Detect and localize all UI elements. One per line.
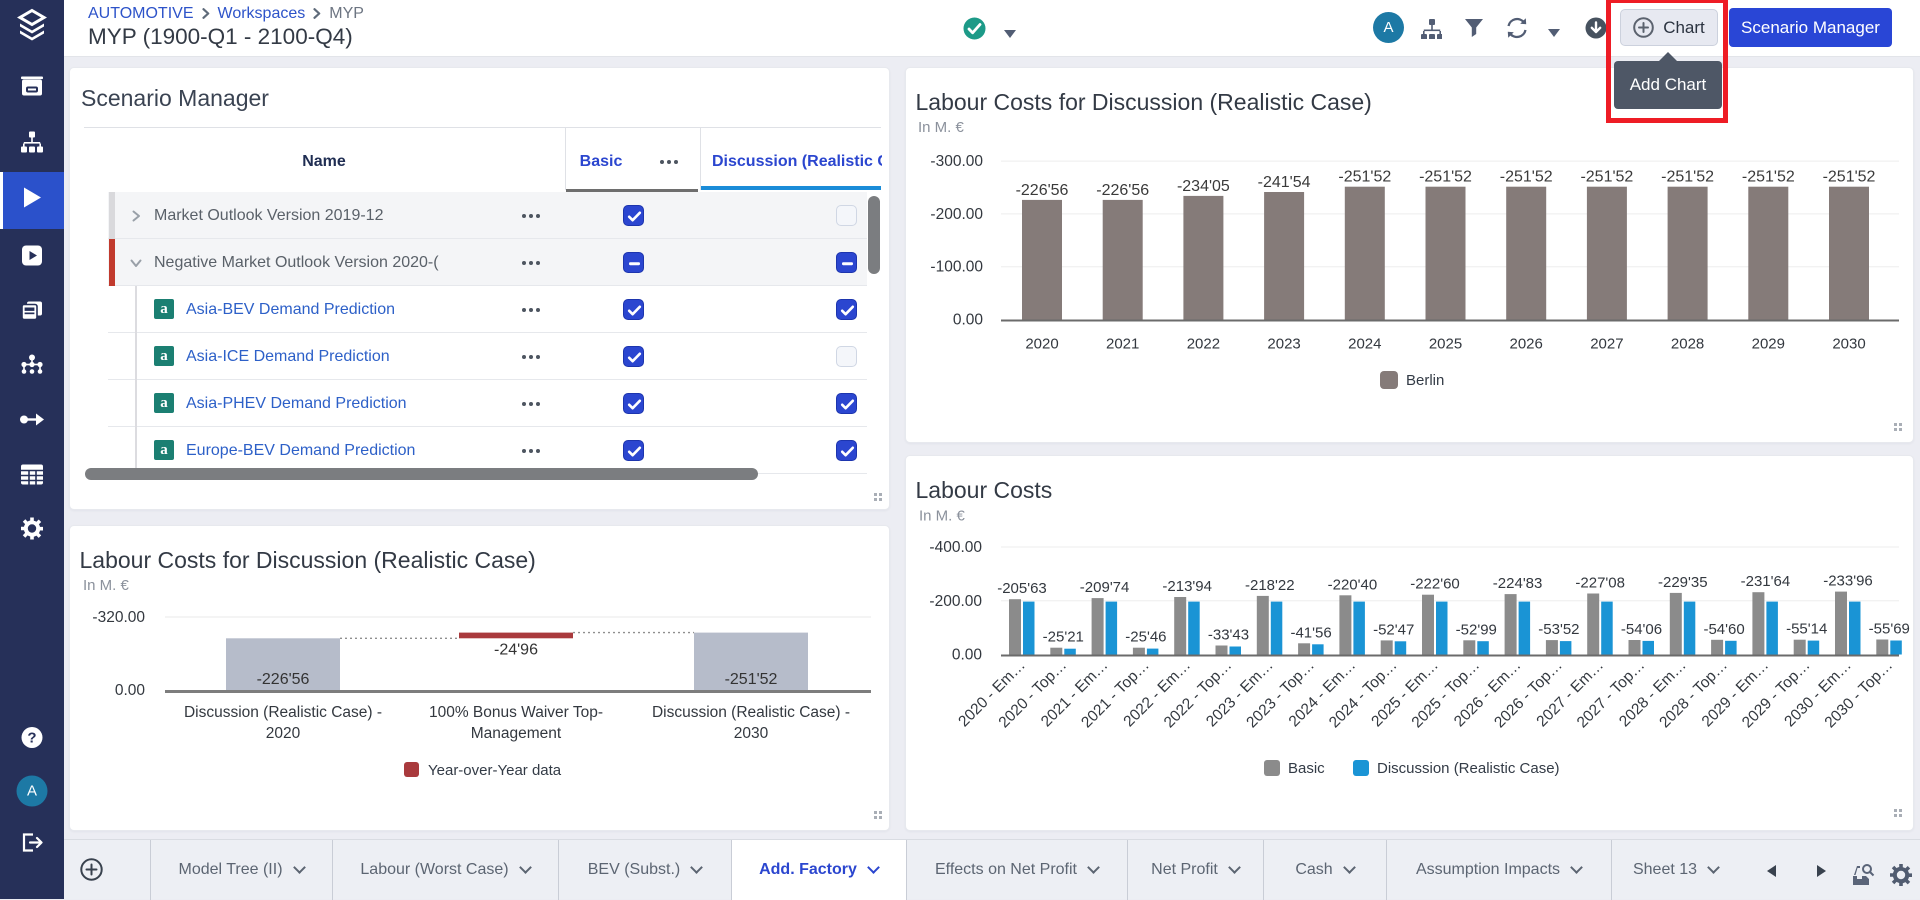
svg-text:-226'56: -226'56 (1016, 182, 1069, 199)
svg-text:In M. €: In M. € (918, 119, 965, 136)
svg-text:-234'05: -234'05 (1177, 178, 1230, 195)
svg-text:-218'22: -218'22 (1245, 577, 1295, 594)
svg-text:-226'56: -226'56 (1096, 182, 1149, 199)
svg-text:In M. €: In M. € (83, 577, 130, 594)
svg-text:-54'60: -54'60 (1703, 621, 1744, 638)
svg-text:-251'52: -251'52 (1338, 169, 1391, 186)
svg-text:-24'96: -24'96 (494, 641, 538, 658)
svg-text:-233'96: -233'96 (1823, 573, 1873, 590)
svg-text:Year-over-Year data: Year-over-Year data (428, 762, 562, 779)
svg-text:-224'83: -224'83 (1493, 575, 1543, 592)
svg-text:2020: 2020 (266, 725, 301, 742)
svg-text:-55'14: -55'14 (1786, 621, 1827, 638)
svg-text:-400.00: -400.00 (929, 539, 982, 556)
svg-text:2028: 2028 (1671, 336, 1704, 353)
svg-text:?: ? (27, 730, 36, 747)
svg-text:0.00: 0.00 (115, 682, 146, 699)
svg-text:-213'94: -213'94 (1162, 578, 1212, 595)
svg-text:-251'52: -251'52 (1419, 169, 1472, 186)
svg-text:Labour Costs: Labour Costs (916, 477, 1053, 503)
svg-text:-241'54: -241'54 (1258, 174, 1311, 191)
svg-text:Labour Costs for Discussion (R: Labour Costs for Discussion (Realistic C… (80, 547, 536, 573)
svg-text:-41'56: -41'56 (1290, 624, 1331, 641)
svg-text:Management: Management (471, 725, 562, 742)
svg-text:2030: 2030 (734, 725, 769, 742)
svg-text:-100.00: -100.00 (930, 259, 983, 276)
svg-text:-200.00: -200.00 (929, 593, 982, 610)
svg-text:-53'52: -53'52 (1538, 621, 1579, 638)
svg-text:-227'08: -227'08 (1575, 575, 1625, 592)
svg-text:Discussion (Realistic Case): Discussion (Realistic Case) (1377, 760, 1560, 777)
svg-text:-251'52: -251'52 (1823, 169, 1876, 186)
svg-text:-222'60: -222'60 (1410, 576, 1460, 593)
svg-text:2022: 2022 (1187, 336, 1220, 353)
svg-text:-54'06: -54'06 (1621, 621, 1662, 638)
svg-text:-251'52: -251'52 (1742, 169, 1795, 186)
svg-text:-300.00: -300.00 (930, 153, 983, 170)
svg-text:2029: 2029 (1752, 336, 1785, 353)
svg-text:-200.00: -200.00 (930, 206, 983, 223)
svg-text:-55'69: -55'69 (1869, 621, 1910, 638)
svg-text:-205'63: -205'63 (997, 580, 1047, 597)
svg-text:-52'99: -52'99 (1456, 621, 1497, 638)
svg-text:-251'52: -251'52 (725, 671, 778, 688)
svg-text:0.00: 0.00 (952, 647, 983, 664)
svg-text:-226'56: -226'56 (257, 671, 310, 688)
svg-text:-229'35: -229'35 (1658, 574, 1708, 591)
svg-text:-251'52: -251'52 (1661, 169, 1714, 186)
svg-text:2024: 2024 (1348, 336, 1381, 353)
svg-text:-320.00: -320.00 (92, 609, 145, 626)
svg-text:0.00: 0.00 (953, 312, 984, 329)
svg-text:2030: 2030 (1832, 336, 1865, 353)
svg-text:Discussion (Realistic Case) -: Discussion (Realistic Case) - (652, 704, 850, 721)
svg-text:-251'52: -251'52 (1500, 169, 1553, 186)
svg-text:2023: 2023 (1267, 336, 1300, 353)
svg-text:Labour Costs for Discussion (R: Labour Costs for Discussion (Realistic C… (916, 89, 1372, 115)
svg-text:Discussion (Realistic Case) -: Discussion (Realistic Case) - (184, 704, 382, 721)
svg-text:2026: 2026 (1510, 336, 1543, 353)
svg-text:Berlin: Berlin (1406, 372, 1444, 389)
svg-text:-251'52: -251'52 (1580, 169, 1633, 186)
svg-text:-25'46: -25'46 (1125, 629, 1166, 646)
svg-text:2021: 2021 (1106, 336, 1139, 353)
svg-text:-209'74: -209'74 (1080, 579, 1130, 596)
svg-text:Basic: Basic (1288, 760, 1325, 777)
svg-text:100% Bonus Waiver Top-: 100% Bonus Waiver Top- (429, 704, 603, 721)
svg-text:-33'43: -33'43 (1208, 627, 1249, 644)
svg-text:-25'21: -25'21 (1043, 629, 1084, 646)
svg-text:2027: 2027 (1590, 336, 1623, 353)
svg-text:-231'64: -231'64 (1741, 573, 1791, 590)
svg-text:2020: 2020 (1025, 336, 1058, 353)
svg-text:-220'40: -220'40 (1328, 576, 1378, 593)
svg-text:-52'47: -52'47 (1373, 621, 1414, 638)
svg-text:In M. €: In M. € (919, 508, 966, 525)
svg-text:2025: 2025 (1429, 336, 1462, 353)
